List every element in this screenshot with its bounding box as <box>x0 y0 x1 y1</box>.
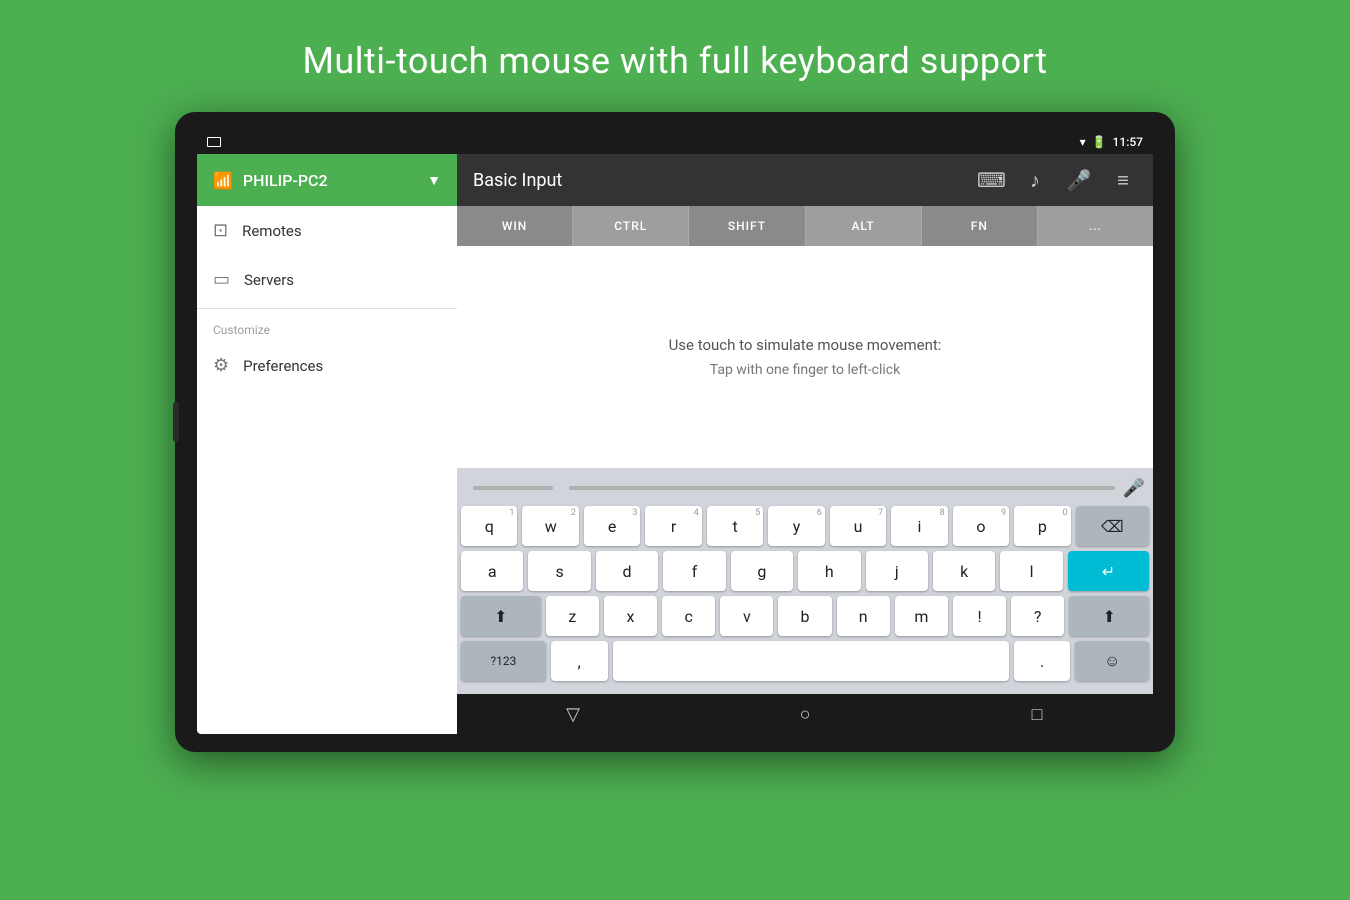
drawer-item-remotes[interactable]: ⊡ Remotes <box>197 206 457 255</box>
keyboard-row-1: 1q 2w 3e 4r 5t 6y 7u 8i 9o 0p ⌫ <box>461 506 1149 546</box>
keyboard-row-2: a s d f g h j k l ↵ <box>461 551 1149 591</box>
recent-nav-button[interactable]: □ <box>1017 704 1057 725</box>
key-h[interactable]: h <box>798 551 860 591</box>
remotes-icon: ⊡ <box>213 220 228 241</box>
content-panel: Basic Input ⌨ ♪ 🎤 ≡ WIN CTRL SHIFT ALT F… <box>457 154 1153 734</box>
key-m[interactable]: m <box>895 596 948 636</box>
back-nav-button[interactable]: ▽ <box>553 704 593 725</box>
time-display: 11:57 <box>1113 135 1143 149</box>
key-t[interactable]: 5t <box>707 506 763 546</box>
drawer-item-preferences[interactable]: ⚙ Preferences <box>197 341 457 390</box>
drawer-server-name: PHILIP-PC2 <box>243 171 417 190</box>
preferences-label: Preferences <box>243 357 323 375</box>
key-j[interactable]: j <box>866 551 928 591</box>
customize-label: Customize <box>197 313 457 341</box>
keyboard-area: 🎤 1q 2w 3e 4r 5t 6y 7u 8i 9o 0p ⌫ <box>457 468 1153 694</box>
win-key[interactable]: WIN <box>457 206 573 246</box>
alt-key[interactable]: ALT <box>806 206 922 246</box>
keyboard-row-4: ?123 , . ☺ <box>461 641 1149 681</box>
key-y[interactable]: 6y <box>768 506 824 546</box>
servers-label: Servers <box>244 271 294 289</box>
modifier-key-row: WIN CTRL SHIFT ALT FN ... <box>457 206 1153 246</box>
dot-key[interactable]: . <box>1014 641 1071 681</box>
tablet-device: ▾ 🔋 11:57 📶 PHILIP-PC2 ▼ ⊡ Remotes ▭ <box>175 112 1175 752</box>
screen-icon <box>207 137 221 147</box>
app-toolbar: Basic Input ⌨ ♪ 🎤 ≡ <box>457 154 1153 206</box>
key-f[interactable]: f <box>663 551 725 591</box>
key-question[interactable]: ? <box>1011 596 1064 636</box>
keyboard-top-bar: 🎤 <box>461 474 1149 502</box>
key-e[interactable]: 3e <box>584 506 640 546</box>
menu-icon[interactable]: ≡ <box>1109 168 1137 193</box>
key-a[interactable]: a <box>461 551 523 591</box>
kb-handle-center <box>569 486 1115 490</box>
key-u[interactable]: 7u <box>830 506 886 546</box>
drawer-divider <box>197 308 457 309</box>
wifi-icon: ▾ <box>1080 135 1086 149</box>
mic-icon[interactable]: 🎤 <box>1065 168 1093 192</box>
page-title: Multi-touch mouse with full keyboard sup… <box>302 40 1047 82</box>
enter-key[interactable]: ↵ <box>1068 551 1149 591</box>
key-x[interactable]: x <box>604 596 657 636</box>
keyboard-icon[interactable]: ⌨ <box>977 168 1005 192</box>
music-icon[interactable]: ♪ <box>1021 168 1049 193</box>
shift-left-key[interactable]: ⬆ <box>461 596 541 636</box>
more-key[interactable]: ... <box>1038 206 1153 246</box>
key-p[interactable]: 0p <box>1014 506 1070 546</box>
key-k[interactable]: k <box>933 551 995 591</box>
remotes-label: Remotes <box>242 222 302 240</box>
key-r[interactable]: 4r <box>645 506 701 546</box>
key-w[interactable]: 2w <box>522 506 578 546</box>
shift-key[interactable]: SHIFT <box>689 206 805 246</box>
fn-key[interactable]: FN <box>922 206 1038 246</box>
key-n[interactable]: n <box>837 596 890 636</box>
key-b[interactable]: b <box>778 596 831 636</box>
key-v[interactable]: v <box>720 596 773 636</box>
space-key[interactable] <box>613 641 1009 681</box>
key-q[interactable]: 1q <box>461 506 517 546</box>
keyboard-row-3: ⬆ z x c v b n m ! ? ⬆ <box>461 596 1149 636</box>
key-o[interactable]: 9o <box>953 506 1009 546</box>
drawer-header[interactable]: 📶 PHILIP-PC2 ▼ <box>197 154 457 206</box>
kb-handle-left <box>473 486 553 490</box>
mouse-hint-1: Use touch to simulate mouse movement: <box>669 336 942 354</box>
comma-key[interactable]: , <box>551 641 608 681</box>
key-s[interactable]: s <box>528 551 590 591</box>
status-bar: ▾ 🔋 11:57 <box>197 130 1153 154</box>
key-g[interactable]: g <box>731 551 793 591</box>
key-i[interactable]: 8i <box>891 506 947 546</box>
num-switch-key[interactable]: ?123 <box>461 641 546 681</box>
emoji-key[interactable]: ☺ <box>1075 641 1149 681</box>
key-c[interactable]: c <box>662 596 715 636</box>
drawer: 📶 PHILIP-PC2 ▼ ⊡ Remotes ▭ Servers Custo… <box>197 154 457 734</box>
backspace-key[interactable]: ⌫ <box>1076 506 1149 546</box>
drawer-chevron-icon: ▼ <box>427 172 441 189</box>
prefs-icon: ⚙ <box>213 355 229 376</box>
bottom-nav: ▽ ○ □ <box>457 694 1153 734</box>
home-nav-button[interactable]: ○ <box>785 704 825 725</box>
key-d[interactable]: d <box>596 551 658 591</box>
toolbar-title: Basic Input <box>473 170 961 191</box>
servers-icon: ▭ <box>213 269 230 290</box>
drawer-item-servers[interactable]: ▭ Servers <box>197 255 457 304</box>
wifi-drawer-icon: 📶 <box>213 171 233 190</box>
kb-mic-icon[interactable]: 🎤 <box>1123 478 1145 499</box>
mouse-pad-area[interactable]: Use touch to simulate mouse movement: Ta… <box>457 246 1153 468</box>
key-exclaim[interactable]: ! <box>953 596 1006 636</box>
ctrl-key[interactable]: CTRL <box>573 206 689 246</box>
key-z[interactable]: z <box>546 596 599 636</box>
mouse-hint-2: Tap with one finger to left-click <box>710 362 900 378</box>
key-l[interactable]: l <box>1000 551 1062 591</box>
side-button <box>173 402 179 442</box>
shift-right-key[interactable]: ⬆ <box>1069 596 1149 636</box>
battery-icon: 🔋 <box>1092 135 1107 149</box>
